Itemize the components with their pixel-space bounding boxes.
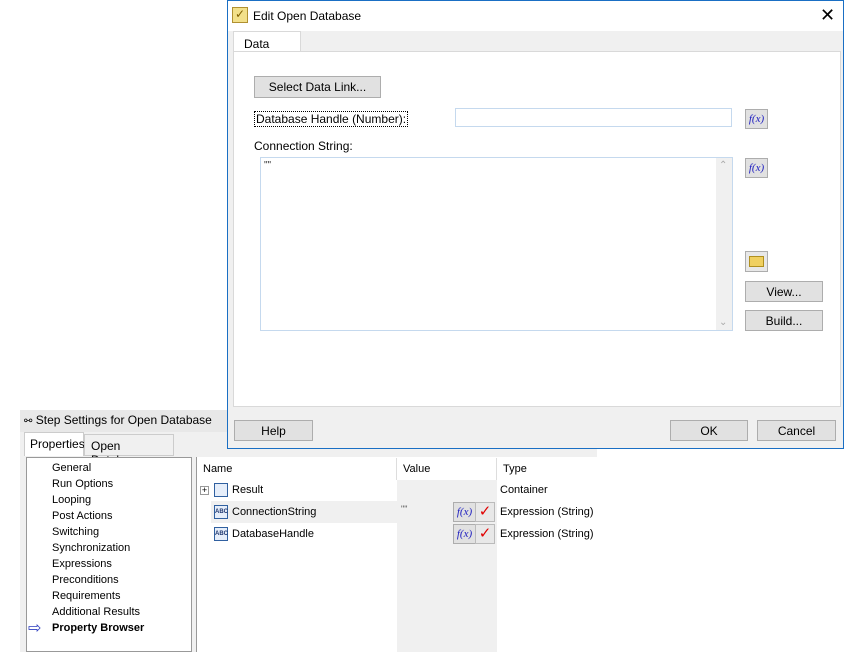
step-icon: ⚯ (24, 416, 33, 427)
nav-item-post-actions[interactable]: Post Actions (52, 510, 113, 522)
fx-button[interactable]: f(x) (453, 524, 476, 544)
scrollbar[interactable]: ⌃ ⌄ (716, 158, 732, 330)
step-settings-title: Step Settings for Open Database (35, 413, 212, 427)
nav-item-looping[interactable]: Looping (52, 494, 91, 506)
dialog-title: Edit Open Database (253, 9, 362, 23)
row-value[interactable]: "" (401, 504, 407, 514)
check-icon[interactable]: ✓ (475, 524, 495, 544)
table-row[interactable]: + Result Container (198, 481, 596, 501)
row-type: Expression (String) (500, 528, 594, 540)
nav-item-general[interactable]: General (52, 462, 91, 474)
tab-data-link[interactable]: Data Link (233, 31, 301, 65)
arrow-right-icon: ⇨ (28, 620, 42, 637)
nav-item-additional-results[interactable]: Additional Results (52, 606, 140, 618)
scroll-down-icon[interactable]: ⌄ (719, 317, 727, 328)
folder-search-icon (749, 256, 764, 267)
select-data-link-button[interactable]: Select Data Link... (254, 76, 381, 98)
build-button[interactable]: Build... (745, 310, 823, 331)
row-type: Container (500, 484, 548, 496)
container-icon (214, 483, 228, 497)
help-button[interactable]: Help (234, 420, 313, 441)
column-header-name[interactable]: Name (203, 463, 232, 475)
table-row[interactable]: ABC ConnectionString "" f(x) ✓ Expression… (198, 501, 596, 523)
cancel-button[interactable]: Cancel (757, 420, 836, 441)
database-handle-label: Database Handle (Number): (254, 111, 409, 127)
browse-folder-button[interactable] (745, 251, 768, 272)
dialog-app-icon: ✓ (232, 7, 248, 23)
nav-item-property-browser[interactable]: Property Browser (52, 622, 144, 634)
connection-string-textarea[interactable]: "" ⌃ ⌄ (260, 157, 733, 331)
database-handle-input[interactable] (455, 108, 732, 127)
nav-item-switching[interactable]: Switching (52, 526, 99, 538)
string-icon: ABC (214, 505, 228, 519)
column-header-type[interactable]: Type (503, 463, 527, 475)
scroll-up-icon[interactable]: ⌃ (719, 160, 727, 171)
tab-properties[interactable]: Properties (24, 432, 85, 456)
fx-button[interactable]: f(x) (453, 502, 476, 522)
expand-icon[interactable]: + (200, 486, 209, 495)
column-header-value[interactable]: Value (403, 463, 430, 475)
row-name: DatabaseHandle (232, 527, 314, 540)
handle-fx-button[interactable]: f(x) (745, 109, 768, 129)
row-name: ConnectionString (232, 505, 317, 518)
header-divider (396, 458, 397, 480)
tab-open-database[interactable]: Open Database (84, 434, 174, 467)
dialog-titlebar: ✓ Edit Open Database ✕ (228, 1, 843, 31)
view-button[interactable]: View... (745, 281, 823, 302)
check-icon[interactable]: ✓ (475, 502, 495, 522)
nav-item-run-options[interactable]: Run Options (52, 478, 113, 490)
string-icon: ABC (214, 527, 228, 541)
ok-button[interactable]: OK (670, 420, 748, 441)
nav-item-expressions[interactable]: Expressions (52, 558, 112, 570)
connection-fx-button[interactable]: f(x) (745, 158, 768, 178)
row-type: Expression (String) (500, 506, 594, 518)
nav-item-synchronization[interactable]: Synchronization (52, 542, 130, 554)
row-name: Result (232, 484, 264, 496)
table-row[interactable]: ABC DatabaseHandle f(x) ✓ Expression (Str… (198, 523, 596, 545)
nav-item-preconditions[interactable]: Preconditions (52, 574, 119, 586)
nav-item-requirements[interactable]: Requirements (52, 590, 120, 602)
connection-string-label: Connection String: (254, 139, 353, 153)
edit-open-database-dialog: ✓ Edit Open Database ✕ Data Link Select … (227, 0, 844, 449)
close-icon[interactable]: ✕ (820, 5, 835, 26)
header-divider (496, 458, 497, 480)
